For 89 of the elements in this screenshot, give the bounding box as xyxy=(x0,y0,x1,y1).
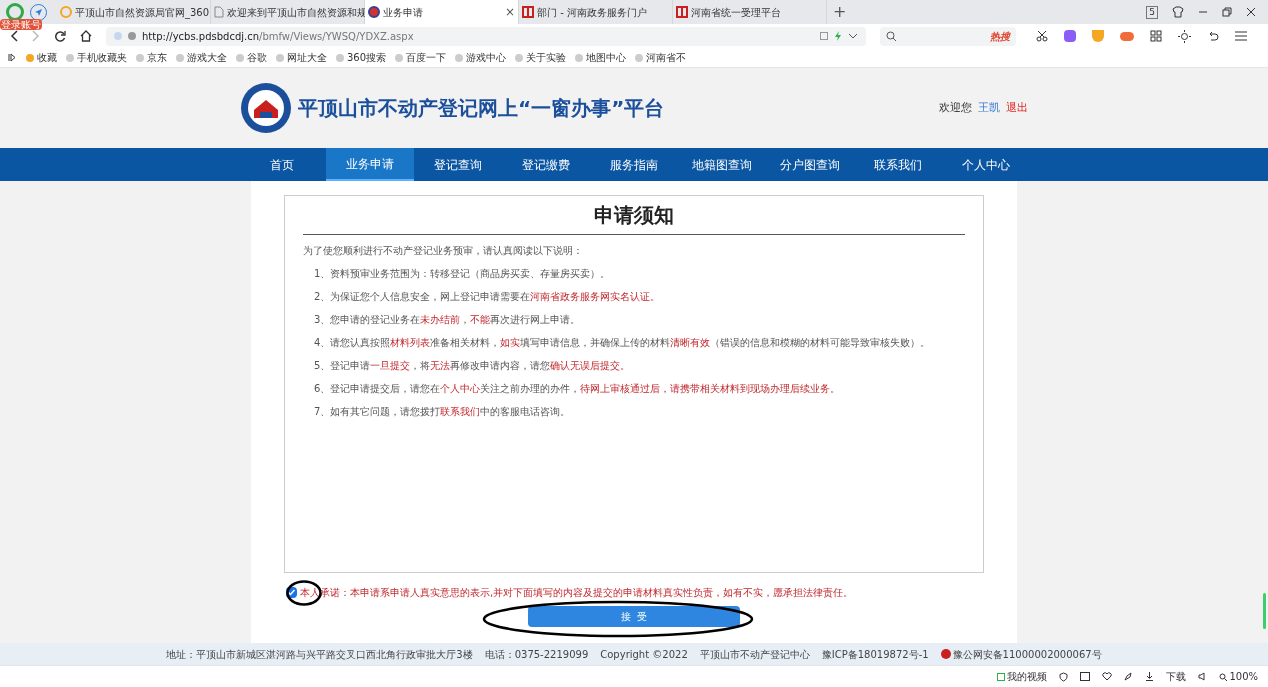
download-link[interactable]: 下载 xyxy=(1166,669,1187,684)
seal-logo-icon xyxy=(240,82,292,134)
logout-link[interactable]: 退出 xyxy=(1006,99,1028,117)
tab-title: 平顶山市自然资源局官网_360 xyxy=(75,5,210,20)
scissors-icon[interactable] xyxy=(1036,30,1048,42)
bookmark-link[interactable]: 京东 xyxy=(136,50,167,65)
address-field[interactable]: http://ycbs.pdsbdcdj.cn/bmfw/Views/YWSQ/YDXZ.aspx xyxy=(106,26,866,46)
footer-address: 地址：平顶山市新城区湛河路与兴平路交叉口西北角行政审批大厅3楼 xyxy=(166,647,473,662)
grid-icon[interactable] xyxy=(1150,30,1162,42)
annotation-ellipse xyxy=(286,580,322,606)
footer-org: 平顶山市不动产登记中心 xyxy=(699,647,810,662)
zoom-level[interactable]: 100% xyxy=(1229,669,1258,684)
footer-police: 豫公网安备11000002000067号 xyxy=(952,647,1102,662)
bookmark-link[interactable]: 关于实验 xyxy=(515,50,567,65)
user-link[interactable]: 王凯 xyxy=(978,99,1000,117)
bookmark-link[interactable]: 地图中心 xyxy=(575,50,627,65)
footer-icp: 豫ICP备18019872号-1 xyxy=(821,647,929,662)
search-field[interactable]: 热搜 xyxy=(880,26,1016,46)
back-icon[interactable] xyxy=(10,30,18,42)
speaker-icon[interactable] xyxy=(1198,672,1208,681)
welcome-text: 欢迎您 xyxy=(939,99,972,116)
seal-icon xyxy=(368,6,380,18)
gov-icon xyxy=(522,6,534,18)
nav-tab[interactable]: 地籍图查询 xyxy=(678,148,766,181)
browser-tab[interactable]: 平顶山市自然资源局官网_360 xyxy=(57,0,211,24)
notice-item: 3、您申请的登记业务在未办结前，不能再次进行网上申请。 xyxy=(313,313,582,327)
heart-icon[interactable] xyxy=(1102,672,1113,681)
search-icon xyxy=(886,30,897,42)
video-link[interactable]: 我的视频 xyxy=(1007,669,1048,684)
tab-title: 业务申请 xyxy=(383,5,424,20)
scrollbar-thumb xyxy=(1263,593,1266,629)
nav-tab[interactable]: 个人中心 xyxy=(942,148,1030,181)
bookmark-link[interactable]: 网址大全 xyxy=(276,50,327,65)
nav-tab[interactable]: 业务申请 xyxy=(326,148,414,181)
nav-tab[interactable]: 登记缴费 xyxy=(502,148,590,181)
pledge-checkbox[interactable] xyxy=(286,587,297,598)
footer-phone: 电话：0375-2219099 xyxy=(484,647,589,662)
undo-icon[interactable] xyxy=(1207,30,1219,42)
close-icon[interactable] xyxy=(1246,7,1256,17)
notice-intro: 为了使您顺利进行不动产登记业务预审，请认真阅读以下说明： xyxy=(303,244,584,258)
login-badge[interactable]: 登录账号 xyxy=(0,19,42,30)
bookmark-link[interactable]: 收藏 xyxy=(26,50,57,65)
nav-tab[interactable]: 服务指南 xyxy=(590,148,678,181)
restore-icon[interactable] xyxy=(1222,7,1232,17)
home-icon[interactable] xyxy=(80,30,92,42)
notice-item: 6、登记申请提交后，请您在个人中心关注之前办理的办件，待网上审核通过后，请携带相关材料到现场办理后续业务。 xyxy=(313,382,842,396)
browser-tab[interactable]: 业务申请 × xyxy=(365,0,519,24)
tab-count[interactable]: 5 xyxy=(1146,5,1158,19)
site-title: 平顶山市不动产登记网上“一窗办事”平台 xyxy=(298,95,665,122)
new-tab-button[interactable]: + xyxy=(833,0,847,24)
search-logo-icon xyxy=(60,6,72,18)
gov-icon xyxy=(676,6,688,18)
menu-icon[interactable] xyxy=(1235,31,1247,41)
chevron-down-icon[interactable] xyxy=(848,33,858,39)
bookmark-link[interactable]: 谷歌 xyxy=(236,50,267,65)
bookmark-link[interactable]: 手机收藏夹 xyxy=(66,50,127,65)
police-emblem-icon xyxy=(940,649,951,659)
notice-title: 申请须知 xyxy=(303,196,965,235)
notice-item: 4、请您认真按照材料列表准备相关材料，如实填写申请信息，并确保上传的材料清晰有效（错误的信息和模糊的材料可能导致审核失败）。 xyxy=(313,336,932,350)
sun-icon[interactable] xyxy=(1178,29,1191,43)
tab-title: 部门 - 河南政务服务门户 xyxy=(537,5,648,20)
reload-icon[interactable] xyxy=(54,30,66,42)
notice-item: 2、为保证您个人信息安全，网上登记申请需要在河南省政务服务网实名认证。 xyxy=(313,290,662,304)
zoom-icon[interactable] xyxy=(1219,672,1228,681)
notice-item: 5、登记申请一旦提交，将无法再修改申请内容，请您确认无误后提交。 xyxy=(313,359,632,373)
bookmark-link[interactable]: 360搜索 xyxy=(336,50,387,65)
notice-item: 7、如有其它问题，请您拨打联系我们中的客服电话咨询。 xyxy=(313,405,572,419)
image-icon[interactable] xyxy=(1080,672,1091,681)
nav-tab[interactable]: 分户图查询 xyxy=(766,148,854,181)
notice-item: 1、资料预审业务范围为：转移登记（商品房买卖、存量房买卖）。 xyxy=(313,267,612,281)
nav-tab[interactable]: 首页 xyxy=(238,148,326,181)
url-text: http://ycbs.pdsbdcdj.cn/bmfw/Views/YWSQ/YDXZ.aspx xyxy=(142,29,414,44)
accept-button[interactable]: 接 受 xyxy=(528,606,740,627)
browser-tab[interactable]: 河南省统一受理平台 xyxy=(673,0,827,24)
page-icon xyxy=(214,6,224,18)
footer-copyright: Copyright ©2022 xyxy=(600,647,688,662)
download-icon[interactable] xyxy=(1145,672,1155,681)
bookmark-link[interactable]: 游戏大全 xyxy=(176,50,227,65)
browser-tab[interactable]: 部门 - 河南政务服务门户 xyxy=(519,0,673,24)
sidebar-toggle-icon[interactable] xyxy=(8,53,17,62)
shirt-icon[interactable] xyxy=(1172,6,1184,18)
tab-title: 河南省统一受理平台 xyxy=(691,5,782,20)
hot-search-label[interactable]: 热搜 xyxy=(990,28,1010,44)
bookmark-link[interactable]: 百度一下 xyxy=(395,50,447,65)
bookmark-link[interactable]: 河南省不 xyxy=(635,50,687,65)
bookmark-link[interactable]: 游戏中心 xyxy=(455,50,507,65)
nav-tab[interactable]: 联系我们 xyxy=(854,148,942,181)
close-tab-button[interactable]: × xyxy=(504,3,515,21)
nav-tab[interactable]: 登记查询 xyxy=(414,148,502,181)
